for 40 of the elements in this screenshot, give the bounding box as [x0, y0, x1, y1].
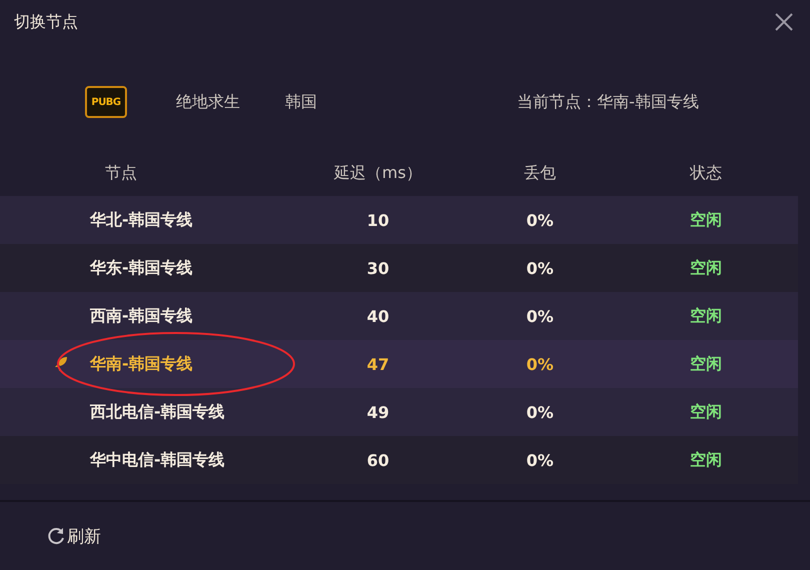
status-cell-text: 空闲: [689, 402, 723, 422]
node-name: 华北-韩国专线: [90, 210, 194, 230]
node-row[interactable]: 西南-韩国专线 40 0% 空闲: [0, 292, 798, 340]
column-header: 延迟（ms）: [333, 162, 423, 184]
game-name: 绝地求生: [176, 92, 240, 112]
loss-cell-text: 0%: [525, 354, 555, 374]
latency-cell-text: 10: [366, 210, 390, 230]
status-cell-text: 空闲: [689, 258, 723, 278]
latency-cell-text: 49: [366, 402, 390, 422]
loss-cell-text: 0%: [525, 210, 555, 230]
status-cell-text: 空闲: [689, 354, 723, 374]
node-name: 华南-韩国专线: [90, 354, 194, 374]
loss-cell-text: 0%: [525, 306, 555, 326]
status-cell-text: 空闲: [689, 450, 723, 470]
node-row[interactable]: 华南-韩国专线 47 0% 空闲: [0, 340, 798, 388]
latency-cell-text: 40: [366, 306, 390, 326]
region-label: 韩国: [285, 92, 317, 112]
refresh-button[interactable]: 刷新: [46, 524, 101, 548]
loss-cell-text: 0%: [525, 450, 555, 470]
window-title: 切换节点: [14, 12, 78, 32]
column-header: 状态: [688, 162, 723, 184]
game-logo: PUBG: [85, 86, 127, 118]
node-row[interactable]: 华北-韩国专线 10 0% 空闲: [0, 196, 798, 244]
latency-cell-text: 30: [366, 258, 390, 278]
node-row[interactable]: 西北电信-韩国专线 49 0% 空闲: [0, 388, 798, 436]
node-name: 西北电信-韩国专线: [90, 402, 226, 422]
status-cell-text: 空闲: [689, 306, 723, 326]
column-header: 丢包: [523, 162, 557, 184]
latency-cell-text: 60: [366, 450, 390, 470]
refresh-icon: [46, 526, 66, 546]
close-button[interactable]: [774, 12, 794, 32]
current-node-label: 当前节点：华南-韩国专线: [517, 92, 699, 112]
node-name: 华东-韩国专线: [90, 258, 194, 278]
node-name: 华中电信-韩国专线: [90, 450, 226, 470]
node-name: 西南-韩国专线: [90, 306, 194, 326]
status-cell-text: 空闲: [689, 210, 723, 230]
loss-cell-text: 0%: [525, 402, 555, 422]
latency-cell-text: 47: [366, 354, 390, 374]
column-header: 节点: [104, 162, 138, 184]
loss-cell-text: 0%: [525, 258, 555, 278]
